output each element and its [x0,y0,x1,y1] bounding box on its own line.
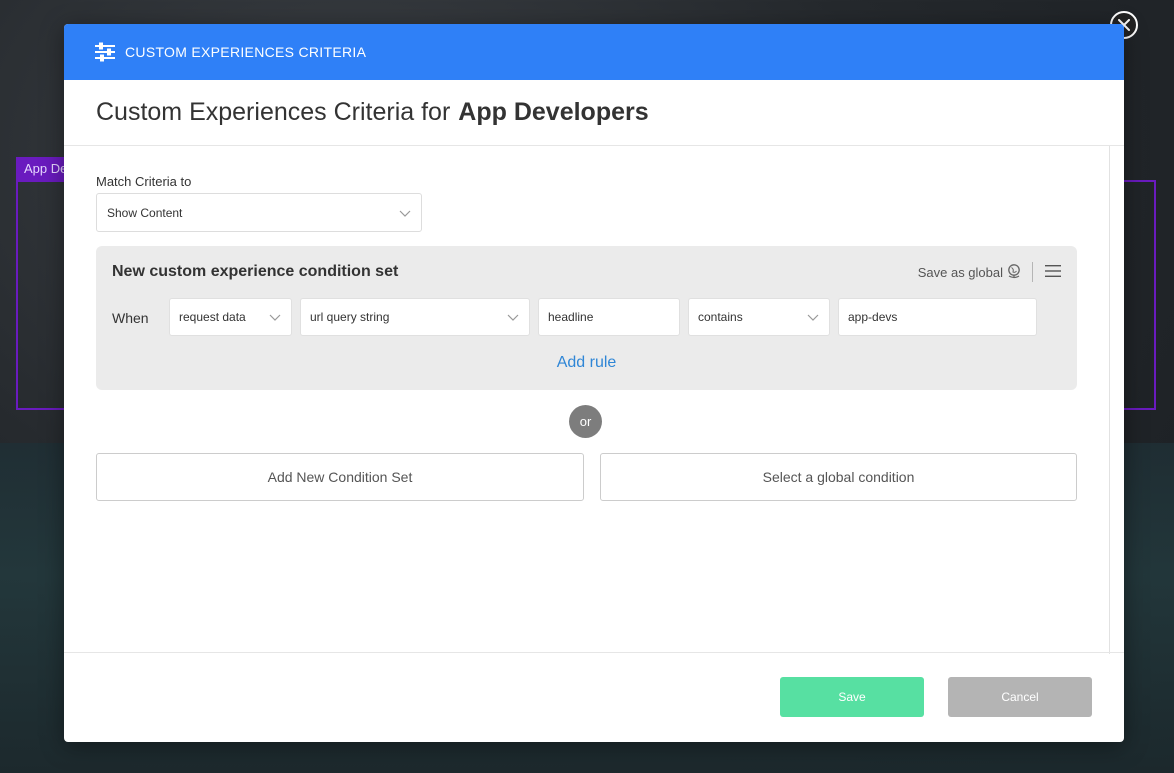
rule-source-select[interactable]: request data [169,298,292,336]
scrollbar-track[interactable] [1109,146,1110,654]
chevron-down-icon [507,314,519,321]
chevron-down-icon [269,314,281,321]
rule-key-value: headline [548,310,594,324]
rule-key-input[interactable]: headline [538,298,680,336]
save-as-global-label: Save as global [917,264,1003,280]
rule-value-text: app-devs [848,310,898,324]
cancel-button[interactable]: Cancel [948,677,1092,717]
modal-footer: Save Cancel [64,652,1124,742]
match-criteria-value: Show Content [107,205,183,220]
rule-field-value: url query string [310,310,390,324]
sliders-icon [95,42,115,62]
add-rule-link[interactable]: Add rule [96,354,1077,372]
condition-set-title: New custom experience condition set [112,263,399,280]
save-as-global-button[interactable]: Save as global [918,264,1021,280]
match-criteria-select[interactable]: Show Content [96,193,422,232]
divider [1032,262,1033,282]
hamburger-menu-icon[interactable] [1045,264,1061,278]
modal-header-title: CUSTOM EXPERIENCES CRITERIA [125,44,367,60]
criteria-modal: CUSTOM EXPERIENCES CRITERIA Custom Exper… [64,24,1124,742]
page-title-prefix: Custom Experiences Criteria for [96,98,451,126]
save-button[interactable]: Save [780,677,924,717]
or-separator: or [569,405,602,438]
chevron-down-icon [399,210,411,217]
page-title-name: App Developers [458,98,649,126]
globe-icon [1008,264,1020,279]
condition-set: New custom experience condition set Save… [96,246,1077,390]
select-global-condition-button[interactable]: Select a global condition [600,453,1077,501]
rule-operator-value: contains [698,310,743,324]
when-label: When [112,310,149,326]
rule-field-select[interactable]: url query string [300,298,530,336]
chevron-down-icon [807,314,819,321]
match-criteria-label: Match Criteria to [96,174,192,189]
rule-source-value: request data [179,310,246,324]
rule-value-input[interactable]: app-devs [838,298,1037,336]
modal-header: CUSTOM EXPERIENCES CRITERIA [64,24,1124,80]
add-condition-set-button[interactable]: Add New Condition Set [96,453,584,501]
page-title: Custom Experiences Criteria for App Deve… [64,80,1124,146]
modal-body: Match Criteria to Show Content New custo… [64,146,1124,654]
rule-operator-select[interactable]: contains [688,298,830,336]
